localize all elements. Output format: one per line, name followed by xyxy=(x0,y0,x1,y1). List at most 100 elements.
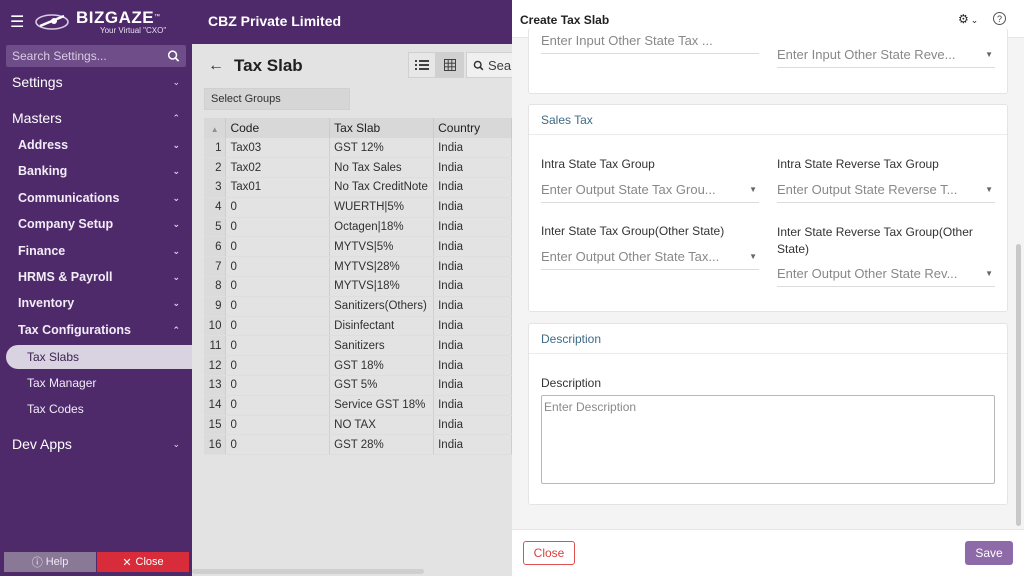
dropdown-placeholder: Enter Output Other State Rev... xyxy=(777,266,958,281)
column-header-country[interactable]: Country xyxy=(433,118,512,138)
table-row[interactable]: 12 0 GST 18% India xyxy=(204,355,512,377)
sidebar: ☰ BIZGAZE™ Your Virtual "CXO" Settings ⌄… xyxy=(0,0,192,576)
cell-tax-slab: Service GST 18% xyxy=(329,395,435,416)
settings-search[interactable] xyxy=(6,45,186,67)
inter-state-reverse-dropdown[interactable]: Enter Output Other State Rev... ▼ xyxy=(777,261,995,287)
row-number: 2 xyxy=(204,157,227,179)
menu-tax-slabs[interactable]: Tax Slabs xyxy=(6,345,192,369)
company-name[interactable]: CBZ Private Limited xyxy=(208,13,341,29)
table-row[interactable]: 10 0 Disinfectant India xyxy=(204,316,512,337)
dropdown-placeholder: Enter Input Other State Tax ... xyxy=(541,33,713,48)
menu-address[interactable]: Address ⌄ xyxy=(0,134,192,156)
table-row[interactable]: 9 0 Sanitizers(Others) India xyxy=(204,296,512,317)
page-title: Tax Slab xyxy=(234,56,303,75)
table-row[interactable]: 3 Tax01 No Tax CreditNote India xyxy=(204,177,512,198)
list-view-button[interactable] xyxy=(408,52,436,78)
close-label: Close xyxy=(135,556,164,568)
intra-state-reverse-dropdown[interactable]: Enter Output State Reverse T... ▼ xyxy=(777,177,995,203)
input-other-state-reverse-dropdown[interactable]: Enter Input Other State Reve... ▼ xyxy=(777,42,995,68)
menu-tax-configurations[interactable]: Tax Configurations ⌃ xyxy=(0,319,192,341)
menu-hrms-payroll[interactable]: HRMS & Payroll ⌄ xyxy=(0,266,192,288)
close-button[interactable]: Close xyxy=(523,541,575,565)
list-search-input[interactable]: Sea xyxy=(466,52,512,78)
menu-communications[interactable]: Communications ⌄ xyxy=(0,187,192,209)
cell-tax-slab: MYTVS|18% xyxy=(329,276,435,297)
cell-tax-slab: GST 28% xyxy=(329,434,435,456)
logo-mark-icon xyxy=(35,14,69,30)
select-groups-dropdown[interactable]: Select Groups xyxy=(204,88,350,110)
settings-search-input[interactable] xyxy=(12,49,167,63)
sort-icon[interactable]: ▲ xyxy=(204,118,227,138)
menu-inventory[interactable]: Inventory ⌄ xyxy=(0,292,192,314)
hamburger-menu-icon[interactable]: ☰ xyxy=(10,12,28,32)
cell-country: India xyxy=(433,236,512,258)
row-number: 6 xyxy=(204,236,227,258)
cell-country: India xyxy=(433,355,512,377)
table-row[interactable]: 14 0 Service GST 18% India xyxy=(204,395,512,416)
table-row[interactable]: 6 0 MYTVS|5% India xyxy=(204,236,512,258)
chevron-down-icon: ⌄ xyxy=(172,438,180,449)
back-arrow-icon[interactable]: ← xyxy=(208,57,232,75)
table-row[interactable]: 2 Tax02 No Tax Sales India xyxy=(204,157,512,179)
menu-label: Banking xyxy=(18,164,68,178)
menu-tax-codes[interactable]: Tax Codes xyxy=(0,397,192,421)
cell-country: India xyxy=(433,177,512,198)
panel-footer: Close Save xyxy=(512,529,1024,576)
create-tax-slab-panel: Create Tax Slab ⚙ ⌄ ? Enter Input Other S… xyxy=(512,0,1024,576)
menu-label: Tax Slabs xyxy=(27,350,80,364)
table-header-row: ▲ Code Tax Slab Country xyxy=(204,118,512,138)
panel-title: Create Tax Slab xyxy=(520,13,610,27)
table-row[interactable]: 8 0 MYTVS|18% India xyxy=(204,276,512,297)
column-header-tax-slab[interactable]: Tax Slab xyxy=(329,118,435,138)
menu-masters[interactable]: Masters ⌃ xyxy=(0,106,192,130)
table-row[interactable]: 11 0 Sanitizers India xyxy=(204,335,512,357)
grid-view-icon xyxy=(444,59,456,71)
save-button[interactable]: Save xyxy=(965,541,1013,565)
description-card: Description Description xyxy=(528,323,1008,505)
menu-finance[interactable]: Finance ⌄ xyxy=(0,240,192,262)
label-line: Inter State Reverse Tax Group(Other xyxy=(777,225,973,239)
help-question-icon[interactable]: ? xyxy=(993,12,1006,25)
cell-code: Tax03 xyxy=(225,138,331,159)
row-number: 16 xyxy=(204,434,227,456)
cell-tax-slab: Octagen|18% xyxy=(329,217,435,238)
cell-country: India xyxy=(433,434,512,456)
label-line: State) xyxy=(777,242,810,256)
column-header-code[interactable]: Code xyxy=(225,118,331,138)
intra-state-tax-dropdown[interactable]: Enter Output State Tax Grou... ▼ xyxy=(541,177,759,203)
sidebar-close-button[interactable]: ✕ Close xyxy=(97,552,189,572)
table-row[interactable]: 15 0 NO TAX India xyxy=(204,415,512,436)
cell-code: 0 xyxy=(225,415,331,436)
description-textarea[interactable] xyxy=(541,395,995,484)
horizontal-scrollbar[interactable] xyxy=(192,569,424,574)
vertical-scrollbar[interactable] xyxy=(1016,244,1021,526)
menu-tax-manager[interactable]: Tax Manager xyxy=(0,371,192,395)
menu-banking[interactable]: Banking ⌄ xyxy=(0,160,192,182)
cell-country: India xyxy=(433,197,512,218)
table-row[interactable]: 1 Tax03 GST 12% India xyxy=(204,138,512,159)
caret-down-icon: ▼ xyxy=(749,185,757,194)
table-row[interactable]: 5 0 Octagen|18% India xyxy=(204,217,512,238)
menu-dev-apps[interactable]: Dev Apps ⌄ xyxy=(0,432,192,456)
dropdown-placeholder: Enter Output Other State Tax... xyxy=(541,249,720,264)
table-row[interactable]: 16 0 GST 28% India xyxy=(204,434,512,456)
sales-tax-card: Sales Tax Intra State Tax Group Enter Ou… xyxy=(528,104,1008,312)
menu-company-setup[interactable]: Company Setup ⌄ xyxy=(0,213,192,235)
gear-icon[interactable]: ⚙ ⌄ xyxy=(958,12,978,26)
menu-settings[interactable]: Settings ⌄ xyxy=(0,70,192,94)
table-row[interactable]: 4 0 WUERTH|5% India xyxy=(204,197,512,218)
cell-tax-slab: GST 5% xyxy=(329,375,435,396)
inter-state-tax-dropdown[interactable]: Enter Output Other State Tax... ▼ xyxy=(541,244,759,270)
search-icon[interactable] xyxy=(167,49,180,63)
cell-code: 0 xyxy=(225,276,331,297)
row-number: 11 xyxy=(204,335,227,357)
grid-view-button[interactable] xyxy=(436,52,464,78)
table-row[interactable]: 7 0 MYTVS|28% India xyxy=(204,256,512,278)
help-button[interactable]: ⓘ Help xyxy=(4,552,96,572)
chevron-down-icon: ⌄ xyxy=(172,76,180,87)
table-row[interactable]: 13 0 GST 5% India xyxy=(204,375,512,396)
input-other-state-tax-dropdown[interactable]: Enter Input Other State Tax ... xyxy=(541,28,759,54)
help-label: Help xyxy=(45,556,69,568)
description-title: Description xyxy=(529,324,1007,354)
row-number: 9 xyxy=(204,296,227,317)
